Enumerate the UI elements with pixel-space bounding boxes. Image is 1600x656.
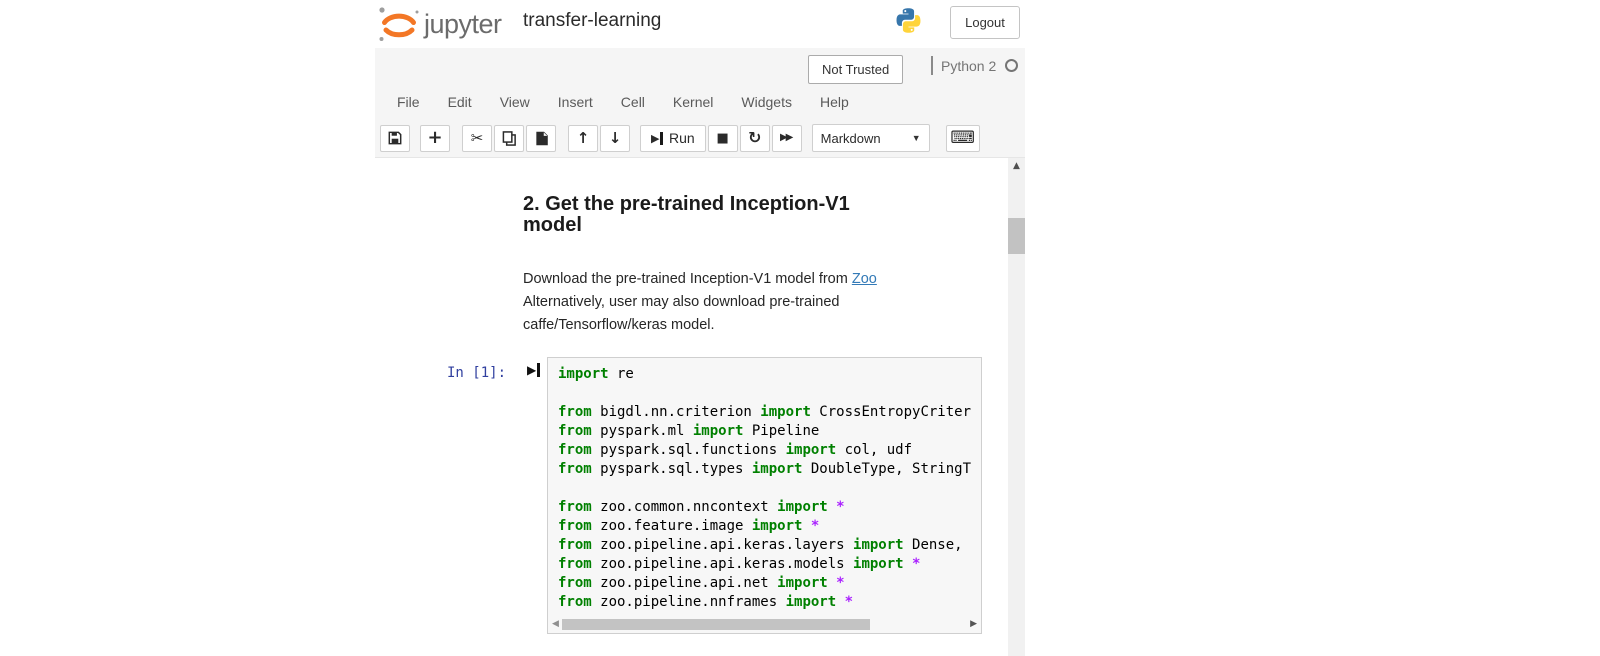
restart-run-all-button[interactable]: ▶▶ bbox=[772, 125, 802, 152]
scroll-up-arrow-icon[interactable]: ▲ bbox=[1008, 161, 1025, 171]
kernel-name: Python 2 bbox=[941, 58, 996, 74]
vertical-scroll-thumb[interactable] bbox=[1008, 218, 1025, 254]
run-cell-button[interactable]: ▶ Run bbox=[640, 125, 706, 152]
menu-cell[interactable]: Cell bbox=[607, 94, 659, 110]
menubar: File Edit View Insert Cell Kernel Widget… bbox=[383, 85, 863, 118]
scroll-right-arrow-icon[interactable]: ▶ bbox=[970, 619, 977, 629]
command-palette-button[interactable]: ⌨ bbox=[946, 125, 980, 152]
jupyter-logo-word: jupyter bbox=[424, 9, 502, 40]
cell-type-select[interactable]: Markdown ▼ bbox=[812, 124, 930, 152]
zoo-link[interactable]: Zoo bbox=[852, 271, 877, 287]
code-horizontal-scrollbar[interactable]: ◀ ▶ bbox=[549, 616, 980, 632]
cell-type-value: Markdown bbox=[821, 131, 881, 146]
para-line-1: Download the pre-trained Inception-V1 mo… bbox=[523, 268, 943, 291]
run-this-cell-icon[interactable]: ▶ bbox=[527, 363, 540, 377]
cut-cells-button[interactable]: ✂ bbox=[462, 125, 492, 152]
python-logo-icon bbox=[895, 6, 922, 40]
paste-icon bbox=[534, 131, 549, 146]
kernel-indicator-icon bbox=[1005, 59, 1018, 72]
arrow-up-icon: ↑ bbox=[577, 131, 590, 146]
interrupt-kernel-button[interactable]: ■ bbox=[708, 125, 738, 152]
floppy-disk-icon bbox=[388, 131, 402, 145]
logout-button[interactable]: Logout bbox=[950, 6, 1020, 39]
page-vertical-scrollbar[interactable]: ▲ bbox=[1008, 158, 1025, 656]
para-line-3: caffe/Tensorflow/keras model. bbox=[523, 314, 943, 337]
horizontal-scroll-thumb[interactable] bbox=[562, 619, 870, 630]
paste-cells-button[interactable] bbox=[526, 125, 556, 152]
para-line-2: Alternatively, user may also download pr… bbox=[523, 291, 943, 314]
copy-icon bbox=[502, 131, 517, 146]
stop-icon: ■ bbox=[717, 132, 729, 145]
jupyter-notebook-window: jupyter transfer-learning Logout Not Tru… bbox=[0, 0, 1600, 656]
markdown-paragraph: Download the pre-trained Inception-V1 mo… bbox=[523, 268, 943, 337]
menu-help[interactable]: Help bbox=[806, 94, 863, 110]
kernel-separator bbox=[931, 56, 933, 75]
markdown-heading: 2. Get the pre-trained Inception-V1 mode… bbox=[523, 194, 883, 236]
menu-kernel[interactable]: Kernel bbox=[659, 94, 727, 110]
insert-cell-below-button[interactable]: + bbox=[420, 125, 450, 152]
move-cell-down-button[interactable]: ↓ bbox=[600, 125, 630, 152]
fast-forward-icon: ▶▶ bbox=[780, 133, 793, 143]
trust-status-button[interactable]: Not Trusted bbox=[808, 55, 903, 84]
heading-line-2: model bbox=[523, 215, 883, 236]
copy-cells-button[interactable] bbox=[494, 125, 524, 152]
menu-insert[interactable]: Insert bbox=[544, 94, 607, 110]
jupyter-logo[interactable]: jupyter bbox=[377, 4, 502, 44]
code-editor[interactable]: import re from bigdl.nn.criterion import… bbox=[558, 365, 981, 615]
menu-view[interactable]: View bbox=[486, 94, 544, 110]
jupyter-logo-icon bbox=[377, 4, 421, 44]
keyboard-icon: ⌨ bbox=[950, 130, 975, 147]
input-prompt: In [1]: bbox=[447, 365, 506, 381]
scissors-icon: ✂ bbox=[471, 131, 484, 146]
plus-icon: + bbox=[427, 129, 442, 147]
menu-edit[interactable]: Edit bbox=[434, 94, 486, 110]
menu-widgets[interactable]: Widgets bbox=[727, 94, 806, 110]
restart-icon: ↻ bbox=[748, 130, 761, 146]
heading-line-1: 2. Get the pre-trained Inception-V1 bbox=[523, 194, 883, 215]
code-cell[interactable]: import re from bigdl.nn.criterion import… bbox=[547, 357, 982, 634]
step-forward-icon: ▶ bbox=[651, 132, 663, 145]
chevron-down-icon: ▼ bbox=[912, 133, 921, 143]
scroll-left-arrow-icon[interactable]: ◀ bbox=[552, 619, 559, 629]
notebook-title[interactable]: transfer-learning bbox=[523, 10, 661, 32]
header-band: Not Trusted Python 2 File Edit View Inse… bbox=[375, 48, 1025, 158]
arrow-down-icon: ↓ bbox=[609, 131, 622, 146]
menu-file[interactable]: File bbox=[383, 94, 434, 110]
save-button[interactable] bbox=[380, 125, 410, 152]
toolbar: + ✂ ↑ ↓ bbox=[380, 123, 980, 153]
move-cell-up-button[interactable]: ↑ bbox=[568, 125, 598, 152]
restart-kernel-button[interactable]: ↻ bbox=[740, 125, 770, 152]
